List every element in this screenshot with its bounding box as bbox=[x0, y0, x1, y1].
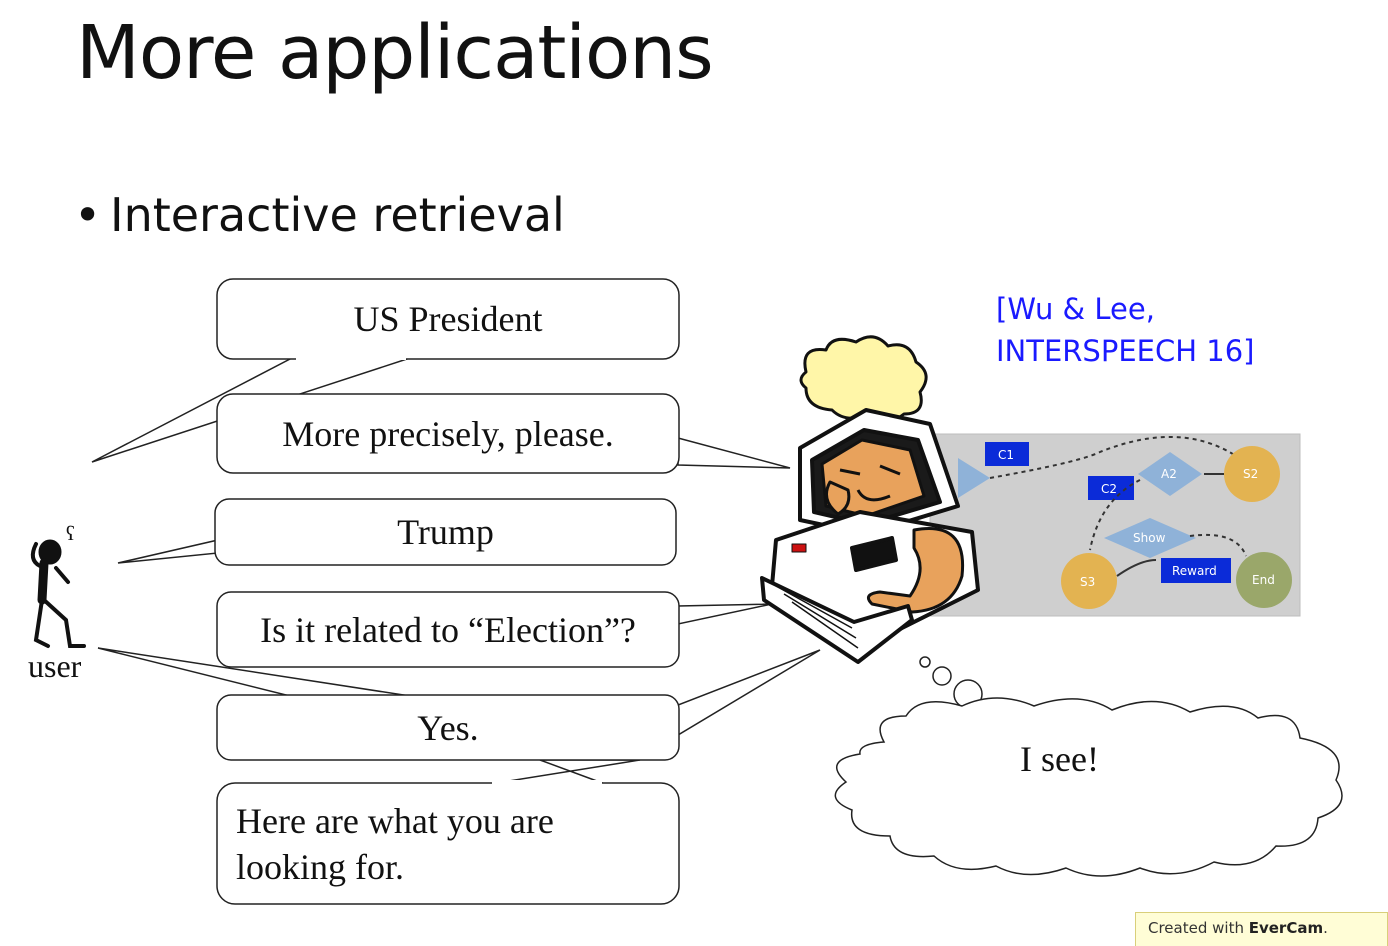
tail-election bbox=[677, 603, 773, 625]
svg-text:ʕ: ʕ bbox=[66, 523, 75, 545]
label-c1: C1 bbox=[998, 448, 1014, 462]
computer-hair bbox=[799, 335, 928, 422]
dialog-illustration: ʕ C1 A2 C2 S2 Show S3 Reward End bbox=[30, 278, 1343, 905]
watermark-brand: EverCam bbox=[1248, 919, 1324, 937]
tail-more-precisely bbox=[677, 437, 791, 469]
thought-cloud bbox=[834, 697, 1343, 877]
bubble-text-6: Here are what you are looking for. bbox=[236, 801, 554, 887]
label-a2: A2 bbox=[1161, 467, 1177, 481]
label-s2: S2 bbox=[1243, 467, 1258, 481]
label-s3: S3 bbox=[1080, 575, 1095, 589]
bubble-text-1: US President bbox=[353, 299, 543, 339]
thought-dots bbox=[919, 656, 983, 709]
bubble-text-5: Yes. bbox=[417, 707, 479, 748]
slide: More applications • Interactive retrieval… bbox=[0, 0, 1388, 946]
thought-text: I see! bbox=[1020, 739, 1099, 779]
bubble-text-3: Trump bbox=[397, 512, 494, 552]
user-figure: ʕ bbox=[30, 523, 86, 648]
watermark-prefix: Created with bbox=[1148, 919, 1249, 937]
label-show: Show bbox=[1133, 531, 1166, 545]
dialog-policy-diagram: C1 A2 C2 S2 Show S3 Reward End bbox=[929, 433, 1301, 617]
tail-yes-computer bbox=[677, 649, 821, 737]
label-c2: C2 bbox=[1101, 482, 1117, 496]
label-reward: Reward bbox=[1172, 564, 1217, 578]
bubble-text-4: Is it related to “Election”? bbox=[260, 609, 636, 650]
watermark-suffix: . bbox=[1323, 919, 1328, 937]
label-end: End bbox=[1252, 573, 1275, 587]
user-label: user bbox=[28, 648, 82, 684]
evercam-watermark: Created with EverCam. bbox=[1135, 912, 1388, 946]
tail-trump bbox=[117, 539, 219, 564]
bubble-text-2: More precisely, please. bbox=[282, 413, 614, 454]
